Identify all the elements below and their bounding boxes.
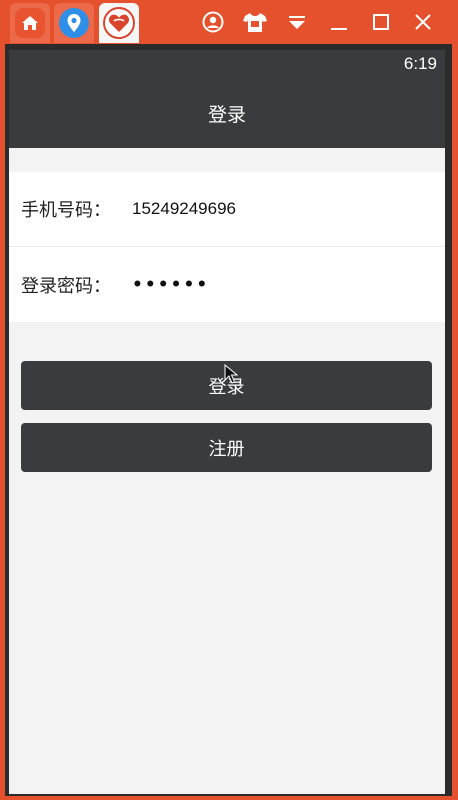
title-bar — [0, 0, 458, 44]
register-button[interactable]: 注册 — [21, 423, 432, 472]
phone-row: 手机号码： — [9, 172, 445, 247]
password-field[interactable]: •••••• — [132, 275, 209, 295]
tab-heart-app[interactable] — [99, 3, 139, 43]
maximize-icon[interactable] — [366, 8, 396, 36]
password-label: 登录密码： — [21, 275, 111, 297]
map-pin-icon — [59, 8, 89, 38]
shirt-icon[interactable] — [240, 8, 270, 36]
tab-home-app[interactable] — [10, 3, 50, 43]
action-bar: 登录 — [9, 78, 445, 148]
dropdown-icon[interactable] — [282, 8, 312, 36]
app-screen: 6:19 登录 手机号码： 登录密码： •••••• 登录 注册 — [9, 50, 445, 794]
status-bar: 6:19 — [9, 50, 445, 78]
minimize-icon[interactable] — [324, 8, 354, 36]
emulator-window: 6:19 登录 手机号码： 登录密码： •••••• 登录 注册 — [0, 0, 458, 800]
close-icon[interactable] — [408, 8, 438, 36]
tab-location-app[interactable] — [54, 3, 94, 43]
status-time: 6:19 — [403, 54, 437, 73]
account-icon[interactable] — [198, 8, 228, 36]
heart-icon — [103, 7, 135, 39]
home-icon — [15, 8, 45, 38]
window-controls — [198, 8, 438, 36]
login-form: 手机号码： 登录密码： •••••• — [9, 172, 445, 322]
mouse-cursor-icon — [224, 364, 238, 384]
phone-label: 手机号码： — [21, 200, 111, 221]
page-title: 登录 — [207, 103, 246, 126]
phone-field[interactable] — [132, 199, 422, 219]
password-row: 登录密码： •••••• — [9, 247, 445, 322]
